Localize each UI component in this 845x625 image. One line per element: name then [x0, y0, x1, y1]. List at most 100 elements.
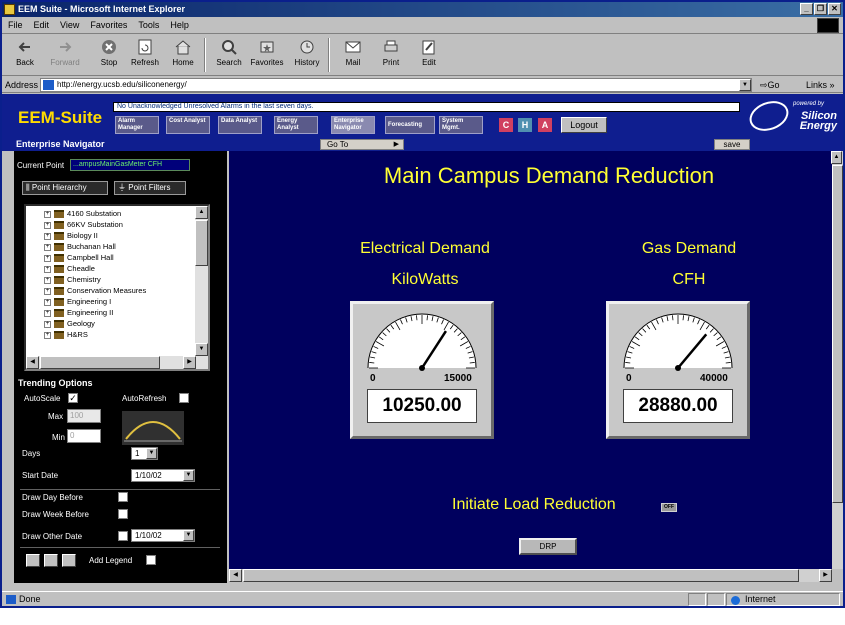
line-chart-icon[interactable]	[26, 554, 40, 567]
history-button[interactable]: History	[290, 36, 324, 74]
scroll-right-icon[interactable]: ▶	[183, 356, 196, 369]
nav-data-analyst[interactable]: Data Analyst	[218, 116, 262, 134]
scroll-left-icon[interactable]: ◀	[229, 569, 242, 582]
start-date-select[interactable]: 1/10/02 ▼	[131, 469, 195, 482]
tree-item-label: Engineering II	[67, 308, 114, 317]
gauge-tick	[369, 362, 375, 364]
links-button[interactable]: Links »	[806, 80, 835, 90]
autorefresh-checkbox[interactable]	[179, 393, 189, 403]
tree-item[interactable]: + Buchanan Hall	[44, 241, 116, 252]
tree-item[interactable]: + Engineering I	[44, 296, 111, 307]
tree-item[interactable]: +4160 Substation	[44, 208, 121, 219]
content-horizontal-scrollbar[interactable]: ◀ ▶	[229, 569, 832, 582]
tree-item[interactable]: + Conservation Measures	[44, 285, 146, 296]
brand-name: Silicon Energy	[799, 110, 837, 132]
scroll-thumb[interactable]	[195, 220, 208, 266]
tab-point-hierarchy[interactable]: ⫼ Point Hierarchy	[22, 181, 108, 195]
stop-button[interactable]: Stop	[92, 36, 126, 74]
max-label: Max	[48, 412, 64, 421]
content-vertical-scrollbar[interactable]: ▲	[831, 151, 843, 569]
scroll-up-icon[interactable]: ▲	[195, 206, 208, 219]
start-date-value: 1/10/02	[135, 471, 162, 480]
close-button[interactable]: ✕	[828, 3, 841, 15]
nav-forecasting[interactable]: Forecasting	[385, 116, 435, 134]
scroll-up-icon[interactable]: ▲	[831, 151, 842, 164]
alarm-status-bar[interactable]: No Unacknowledged Unresolved Alarms in t…	[113, 102, 740, 112]
print-chart-icon[interactable]	[62, 554, 76, 567]
other-date-select[interactable]: 1/10/02 ▼	[131, 529, 195, 542]
nav-energy-analyst[interactable]: Energy Analyst	[274, 116, 318, 134]
electrical-gauge-dial	[367, 313, 477, 371]
refresh-button[interactable]: Refresh	[128, 36, 162, 74]
tree-item[interactable]: +66KV Substation	[44, 219, 123, 230]
tree-vertical-scrollbar[interactable]: ▲ ▼	[195, 206, 208, 356]
nav-enterprise-navigator[interactable]: Enterprise Navigator	[331, 116, 375, 134]
tree-item[interactable]: + Engineering II	[44, 307, 113, 318]
menu-view[interactable]: View	[54, 17, 84, 30]
address-label: Address	[5, 80, 39, 90]
go-button[interactable]: ⇨Go	[760, 80, 780, 91]
menu-help[interactable]: Help	[164, 17, 194, 30]
address-input[interactable]: http://energy.ucsb.edu/siliconenergy/ ▼	[40, 78, 752, 92]
menu-tools[interactable]: Tools	[132, 17, 164, 30]
nav-cost-analyst[interactable]: Cost Analyst	[166, 116, 210, 134]
tab-point-filters[interactable]: ⏚ Point Filters	[114, 181, 186, 195]
tree-item[interactable]: + Cheadle	[44, 263, 95, 274]
bar-chart-icon[interactable]	[44, 554, 58, 567]
zone-label: Internet	[745, 594, 776, 604]
building-icon	[54, 320, 64, 329]
nav-system-mgmt[interactable]: System Mgmt.	[439, 116, 483, 134]
menu-favorites[interactable]: Favorites	[84, 17, 132, 30]
tree-item[interactable]: + Biology II	[44, 230, 98, 241]
autoscale-checkbox[interactable]: ✓	[68, 393, 78, 403]
tree-horizontal-scrollbar[interactable]: ◀ ▶	[26, 356, 208, 369]
load-reduction-toggle[interactable]: OFF	[661, 503, 677, 512]
add-legend-checkbox[interactable]	[146, 555, 156, 565]
logout-button[interactable]: Logout	[561, 117, 607, 133]
tree-item[interactable]: + H&RS	[44, 329, 88, 340]
back-button[interactable]: Back	[8, 36, 42, 74]
expand-icon: +	[44, 221, 51, 229]
drp-button[interactable]: DRP	[519, 538, 577, 555]
tree-item[interactable]: + Chemistry	[44, 274, 101, 285]
scroll-thumb[interactable]	[40, 356, 160, 369]
h-button[interactable]: H	[518, 118, 532, 132]
scroll-left-icon[interactable]: ◀	[26, 356, 39, 369]
draw-other-checkbox[interactable]	[118, 531, 128, 541]
search-button[interactable]: Search	[212, 36, 246, 74]
favorites-button[interactable]: Favorites	[250, 36, 284, 74]
goto-button[interactable]: Go To ▶	[320, 139, 404, 150]
menu-file[interactable]: File	[2, 17, 28, 30]
max-input[interactable]: 100	[67, 409, 101, 423]
minimize-button[interactable]: _	[800, 3, 813, 15]
edit-button[interactable]: Edit	[412, 36, 446, 74]
save-button[interactable]: save	[714, 139, 750, 150]
c-button[interactable]: C	[499, 118, 513, 132]
a-button[interactable]: A	[538, 118, 552, 132]
chevron-down-icon: ▼	[183, 530, 194, 541]
eem-suite-logo: EEM-Suite	[18, 108, 103, 127]
point-tree[interactable]: +4160 Substation +66KV Substation + Biolo…	[24, 204, 210, 371]
scroll-right-icon[interactable]: ▶	[819, 569, 832, 582]
scroll-thumb[interactable]	[832, 165, 843, 503]
print-button[interactable]: Print	[374, 36, 408, 74]
nav-alarm-manager[interactable]: Alarm Manager	[115, 116, 159, 134]
draw-week-checkbox[interactable]	[118, 509, 128, 519]
min-input[interactable]: 0	[67, 429, 101, 443]
refresh-icon	[138, 39, 152, 55]
address-dropdown[interactable]: ▼	[739, 79, 751, 91]
trending-options-title: Trending Options	[18, 378, 93, 388]
building-icon	[54, 276, 64, 285]
menu-edit[interactable]: Edit	[28, 17, 55, 30]
forward-button[interactable]: Forward	[48, 36, 82, 74]
scroll-thumb[interactable]	[243, 569, 799, 582]
draw-day-checkbox[interactable]	[118, 492, 128, 502]
current-point-field[interactable]: ...ampusMainGasMeter CFH	[70, 159, 190, 171]
mail-button[interactable]: Mail	[336, 36, 370, 74]
tree-item[interactable]: + Geology	[44, 318, 95, 329]
days-select[interactable]: 1 ▼	[131, 447, 158, 460]
tree-item[interactable]: + Campbell Hall	[44, 252, 114, 263]
scroll-down-icon[interactable]: ▼	[195, 343, 208, 356]
home-button[interactable]: Home	[166, 36, 200, 74]
restore-button[interactable]: ❐	[814, 3, 827, 15]
